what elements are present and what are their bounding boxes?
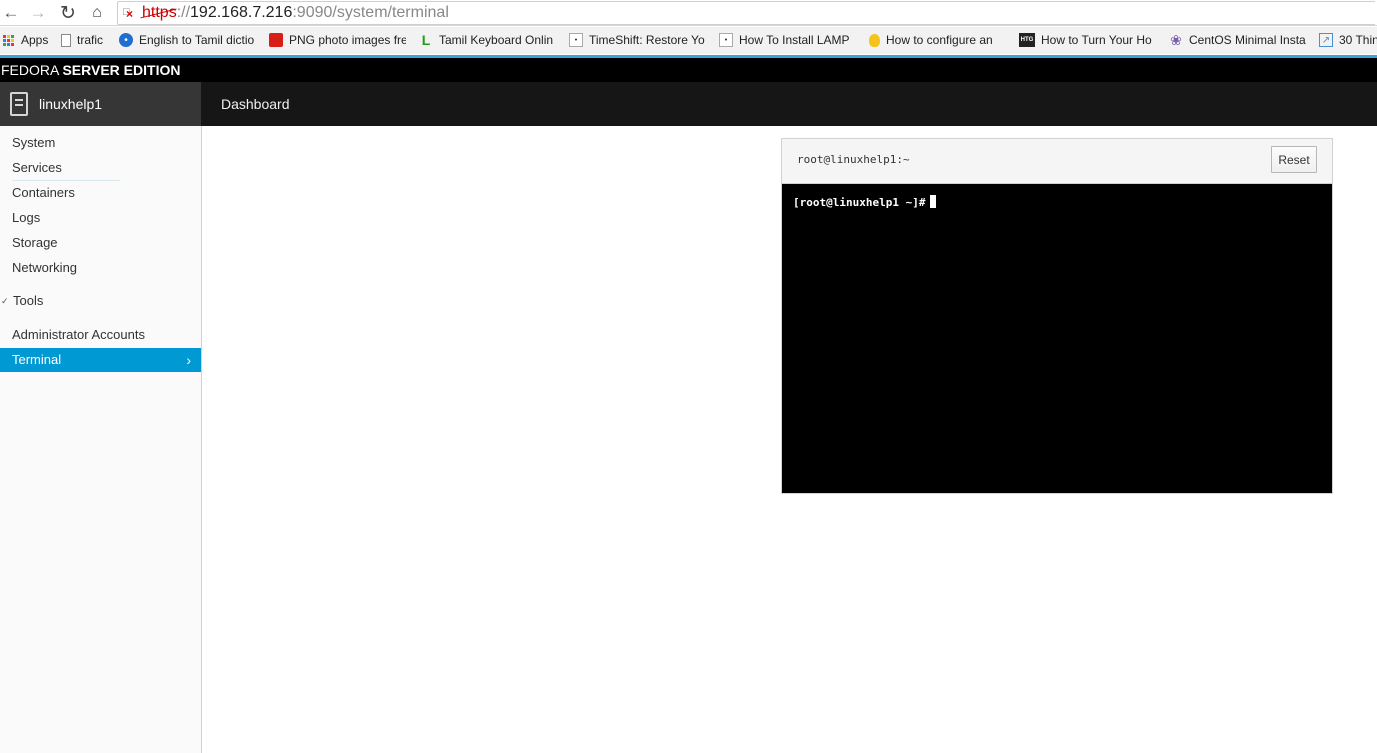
terminal-title: root@linuxhelp1:~ bbox=[797, 153, 910, 166]
back-arrow-icon[interactable]: ← bbox=[0, 2, 22, 24]
bookmark-tamil-keyboard[interactable]: L Tamil Keyboard Onlin bbox=[419, 32, 556, 48]
terminal-screen[interactable]: [root@linuxhelp1 ~]# bbox=[782, 184, 1332, 493]
tools-label: Tools bbox=[13, 293, 44, 308]
bookmarks-bar: Apps trafic • English to Tamil dictio PN… bbox=[0, 27, 1377, 54]
bookmark-timeshift[interactable]: • TimeShift: Restore Yo bbox=[569, 32, 706, 48]
bookmark-configure[interactable]: How to configure an bbox=[869, 32, 1003, 48]
bookmark-png-photo[interactable]: PNG photo images fre bbox=[269, 32, 406, 48]
apps-grid-icon bbox=[1, 33, 15, 47]
reload-icon[interactable]: ↻ bbox=[57, 2, 79, 24]
bookmark-install-lamp[interactable]: • How To Install LAMP bbox=[719, 32, 856, 48]
server-icon bbox=[10, 92, 28, 116]
host-switcher[interactable]: linuxhelp1 bbox=[0, 82, 201, 126]
chevron-down-icon: ✓ bbox=[1, 296, 9, 306]
sidebar: System Services Containers Logs Storage … bbox=[0, 126, 202, 753]
sidebar-section-tools[interactable]: ✓ Tools bbox=[0, 289, 201, 313]
terminal-panel: root@linuxhelp1:~ Reset [root@linuxhelp1… bbox=[781, 138, 1333, 494]
chevron-right-icon: › bbox=[186, 352, 191, 368]
terminal-prompt: [root@linuxhelp1 ~]# bbox=[793, 196, 926, 209]
chart-icon: ↗ bbox=[1319, 33, 1333, 47]
terminal-cursor bbox=[930, 195, 937, 208]
htg-icon: HTG bbox=[1019, 33, 1035, 47]
terminal-prompt-line: [root@linuxhelp1 ~]# bbox=[793, 195, 937, 209]
gear-icon: ❀ bbox=[1170, 31, 1182, 48]
browser-url-bar: ← → ↻ ⌂ □ × https://192.168.7.216:9090/sy… bbox=[0, 0, 1377, 26]
bulb-icon bbox=[869, 33, 880, 47]
sidebar-item-administrator-accounts[interactable]: Administrator Accounts bbox=[0, 323, 201, 347]
dashboard-link[interactable]: Dashboard bbox=[221, 82, 290, 126]
site-icon: • bbox=[719, 33, 733, 47]
sidebar-item-logs[interactable]: Logs bbox=[0, 206, 201, 230]
brand-light: FEDORA bbox=[1, 62, 63, 78]
bookmark-trafic[interactable]: trafic bbox=[61, 32, 103, 48]
green-l-icon: L bbox=[421, 32, 431, 48]
brand-bar: FEDORA SERVER EDITION bbox=[0, 58, 1377, 82]
home-icon[interactable]: ⌂ bbox=[86, 2, 108, 24]
page-icon bbox=[61, 33, 71, 47]
sidebar-item-terminal[interactable]: Terminal › bbox=[0, 348, 201, 372]
sidebar-item-services[interactable]: Services bbox=[0, 156, 201, 180]
top-navbar: linuxhelp1 Dashboard bbox=[0, 82, 1377, 126]
url-text: https://192.168.7.216:9090/system/termin… bbox=[142, 4, 449, 21]
address-field[interactable]: □ × https://192.168.7.216:9090/system/ter… bbox=[117, 1, 1375, 25]
sidebar-item-containers[interactable]: Containers bbox=[0, 181, 201, 205]
forward-arrow-icon[interactable]: → bbox=[27, 2, 49, 24]
insecure-lock-icon: □ × bbox=[123, 6, 134, 21]
site-icon: • bbox=[569, 33, 583, 47]
host-name: linuxhelp1 bbox=[39, 96, 103, 112]
bookmark-english-tamil[interactable]: • English to Tamil dictio bbox=[119, 32, 255, 48]
sidebar-item-system[interactable]: System bbox=[0, 131, 201, 155]
terminal-header: root@linuxhelp1:~ Reset bbox=[782, 139, 1332, 184]
red-square-icon bbox=[269, 33, 283, 47]
bookmark-centos-minimal[interactable]: ❀ CentOS Minimal Insta bbox=[1169, 32, 1306, 48]
brand-bold: SERVER EDITION bbox=[62, 62, 181, 78]
sidebar-item-terminal-label: Terminal bbox=[12, 352, 62, 367]
sidebar-item-networking[interactable]: Networking bbox=[0, 256, 201, 280]
sidebar-item-storage[interactable]: Storage bbox=[0, 231, 201, 255]
blue-circle-icon: • bbox=[119, 33, 133, 47]
bookmark-30-things[interactable]: ↗ 30 Thin bbox=[1319, 32, 1377, 48]
reset-button[interactable]: Reset bbox=[1271, 146, 1317, 173]
bookmark-turn-your-home[interactable]: HTG How to Turn Your Ho bbox=[1019, 32, 1158, 48]
bookmark-apps[interactable]: Apps bbox=[1, 32, 48, 48]
